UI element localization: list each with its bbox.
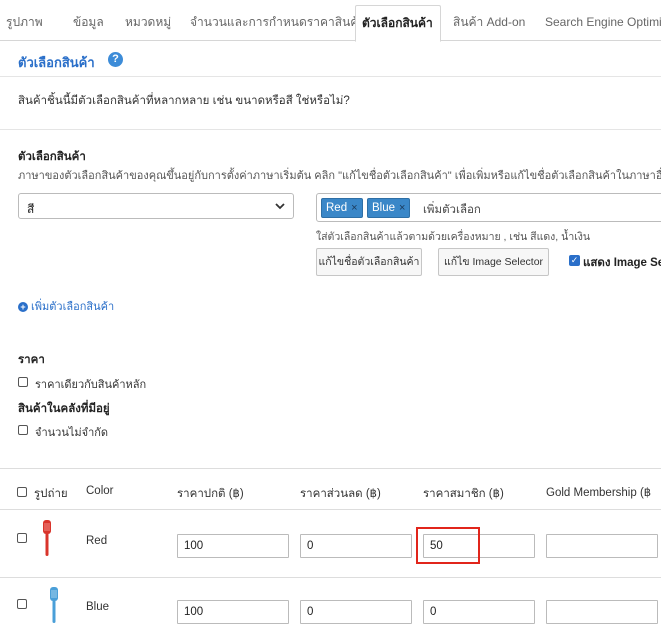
- table-top-border: [0, 468, 661, 469]
- section-header: ตัวเลือกสินค้า ?: [0, 42, 661, 77]
- row-color-label: Blue: [86, 601, 110, 613]
- tab-addon[interactable]: สินค้า Add-on: [447, 5, 531, 41]
- tag-chip[interactable]: Blue ×: [367, 198, 411, 218]
- tab-bar: รูปภาพ ข้อมูล หมวดหมู่ จำนวนและการกำหนดร…: [0, 0, 661, 42]
- tag-chip[interactable]: Red ×: [321, 198, 363, 218]
- row-color-label: Red: [86, 535, 108, 547]
- options-question: สินค้าชิ้นนี้มีตัวเลือกสินค้าที่หลากหลาย…: [18, 95, 350, 107]
- add-option-label: เพิ่มตัวเลือกสินค้า: [31, 301, 115, 313]
- same-price-checkbox[interactable]: [18, 377, 28, 387]
- spatula-image-red[interactable]: [41, 518, 53, 558]
- remove-tag-icon[interactable]: ×: [351, 202, 357, 214]
- spatula-image-blue[interactable]: [48, 585, 60, 625]
- edit-image-selector-button[interactable]: แก้ไข Image Selector: [438, 248, 549, 276]
- show-image-selector-checkbox[interactable]: ✓: [569, 255, 580, 266]
- divider: [0, 129, 661, 130]
- discount-price-input[interactable]: 0: [300, 600, 412, 624]
- edit-option-name-button[interactable]: แก้ไขชื่อตัวเลือกสินค้า: [316, 248, 422, 276]
- highlight-box: [416, 527, 480, 564]
- unlimited-stock-label: จำนวนไม่จำกัด: [35, 427, 109, 439]
- tag-label: Red: [326, 202, 348, 214]
- row-checkbox[interactable]: [17, 533, 27, 543]
- tab-seo[interactable]: Search Engine Optimiz: [539, 5, 661, 41]
- same-price-label: ราคาเดียวกับสินค้าหลัก: [35, 379, 147, 391]
- row-divider: [0, 577, 661, 578]
- section-title: ตัวเลือกสินค้า: [18, 55, 95, 70]
- option-values-input[interactable]: Red × Blue × เพิ่มตัวเลือก: [316, 193, 661, 222]
- price-label: ราคา: [18, 354, 45, 366]
- unlimited-stock-checkbox[interactable]: [18, 425, 28, 435]
- tab-info[interactable]: ข้อมูล: [67, 5, 110, 41]
- tab-categories[interactable]: หมวดหมู่: [119, 5, 177, 41]
- option-type-select[interactable]: สี: [18, 193, 294, 219]
- tab-images[interactable]: รูปภาพ: [0, 5, 49, 41]
- show-image-selector-label: แสดง Image Sel: [583, 257, 661, 269]
- tab-product-options[interactable]: ตัวเลือกสินค้า: [355, 5, 441, 42]
- select-all-checkbox[interactable]: [17, 487, 27, 497]
- tag-label: Blue: [372, 202, 396, 214]
- header-color: Color: [86, 485, 114, 497]
- header-member-price: ราคาสมาชิก (฿): [423, 488, 504, 500]
- regular-price-input[interactable]: 100: [177, 600, 289, 624]
- tag-hint: ใส่ตัวเลือกสินค้าแล้วตามด้วยเครื่องหมาย …: [316, 231, 591, 243]
- options-label: ตัวเลือกสินค้า: [18, 151, 86, 163]
- row-divider: [0, 509, 661, 510]
- remove-tag-icon[interactable]: ×: [399, 202, 405, 214]
- header-gold-membership: Gold Membership (฿: [546, 487, 652, 499]
- stock-label: สินค้าในคลังที่มีอยู่: [18, 403, 110, 415]
- add-option-link[interactable]: + เพิ่มตัวเลือกสินค้า: [18, 297, 114, 315]
- row-checkbox[interactable]: [17, 599, 27, 609]
- member-price-input[interactable]: 0: [423, 600, 535, 624]
- gold-price-input[interactable]: [546, 534, 658, 558]
- regular-price-input[interactable]: 100: [177, 534, 289, 558]
- options-description: ภาษาของตัวเลือกสินค้าของคุณขึ้นอยู่กับกา…: [18, 170, 661, 182]
- header-image: รูปถ่าย: [34, 488, 68, 500]
- tag-input-placeholder[interactable]: เพิ่มตัวเลือก: [423, 201, 481, 219]
- help-icon[interactable]: ?: [108, 52, 123, 67]
- header-regular-price: ราคาปกติ (฿): [177, 488, 244, 500]
- chevron-down-icon: [275, 203, 285, 210]
- plus-icon: +: [18, 302, 28, 313]
- gold-price-input[interactable]: [546, 600, 658, 624]
- discount-price-input[interactable]: 0: [300, 534, 412, 558]
- header-discount-price: ราคาส่วนลด (฿): [300, 488, 381, 500]
- option-type-value: สี: [27, 202, 35, 216]
- tab-pricing[interactable]: จำนวนและการกำหนดราคาสินค้า: [184, 5, 371, 41]
